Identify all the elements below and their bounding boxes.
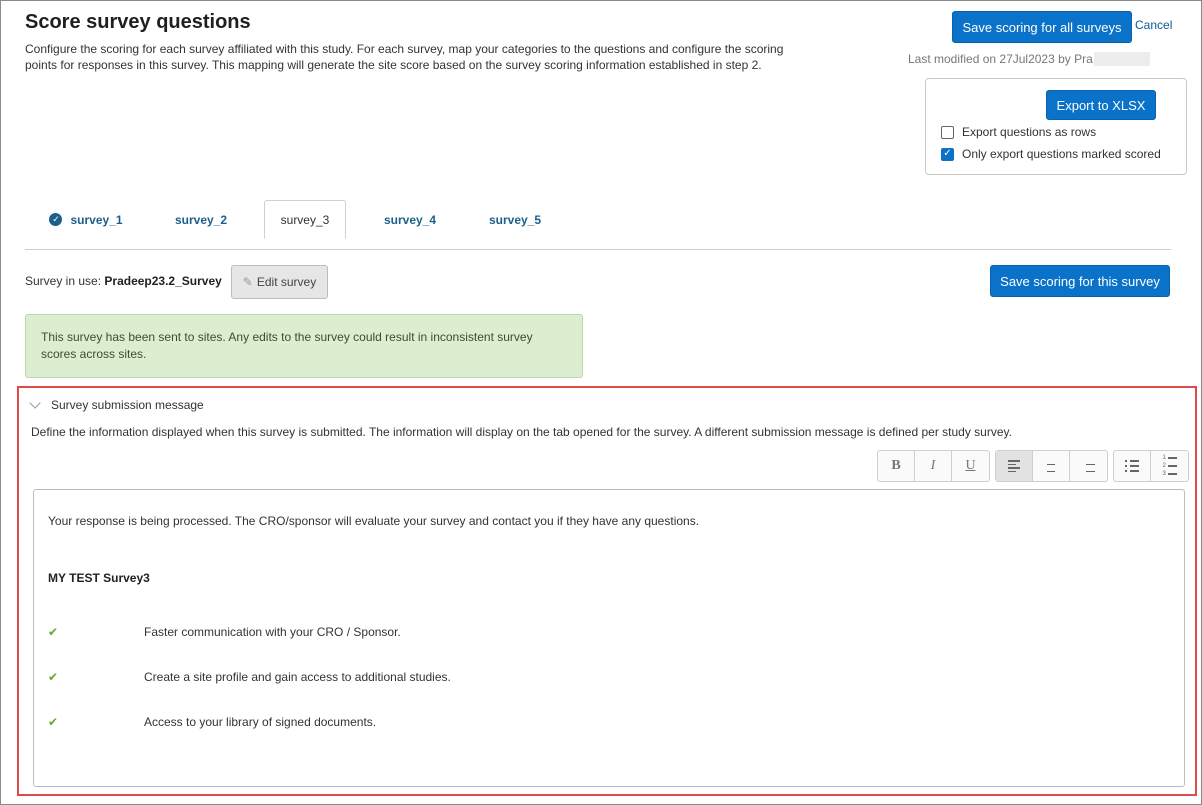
survey-in-use: Survey in use: Pradeep23.2_Survey	[25, 274, 222, 288]
numbered-list-button[interactable]: 1 2 3	[1151, 451, 1188, 481]
editor-item-text: Create a site profile and gain access to…	[144, 670, 451, 684]
align-right-button[interactable]	[1070, 451, 1107, 481]
checkmark-icon: ✔	[48, 715, 59, 729]
tab-survey-1[interactable]: ✓ survey_1	[41, 200, 131, 239]
list-group: 1 2 3	[1113, 450, 1189, 482]
export-scored-checkbox[interactable]: ✓	[941, 147, 954, 161]
survey-in-use-label: Survey in use:	[25, 274, 102, 288]
submission-section-toggle[interactable]: Survey submission message	[29, 397, 204, 412]
tab-label: survey_5	[488, 212, 542, 227]
edit-survey-label: Edit survey	[256, 275, 317, 289]
editor-item-text: Access to your library of signed documen…	[144, 715, 377, 729]
tab-label: survey_4	[383, 212, 437, 227]
save-this-survey-button[interactable]: Save scoring for this survey	[990, 265, 1170, 297]
survey-tabs: ✓ survey_1 survey_2 survey_3 survey_4 su…	[25, 200, 1171, 250]
align-right-icon	[1083, 460, 1095, 472]
export-scored-label: Only export questions marked scored	[962, 147, 1161, 161]
align-center-icon	[1045, 460, 1057, 472]
last-modified-label: Last modified on 27Jul2023 by Pra	[908, 52, 1093, 66]
align-left-icon	[1008, 460, 1020, 472]
save-all-surveys-button[interactable]: Save scoring for all surveys	[952, 11, 1132, 43]
editor-list-item: ✔ Faster communication with your CRO / S…	[48, 625, 401, 639]
numbered-list-icon: 1 2 3	[1163, 455, 1177, 477]
editor-intro-text: Your response is being processed. The CR…	[48, 514, 700, 528]
checkmark-icon: ✔	[48, 670, 59, 684]
export-rows-option[interactable]: Export questions as rows	[941, 125, 1096, 139]
export-panel: Export to XLSX Export questions as rows …	[925, 78, 1187, 175]
export-rows-label: Export questions as rows	[962, 125, 1097, 139]
last-modified-text: Last modified on 27Jul2023 by Pra	[908, 52, 1150, 66]
check-circle-icon: ✓	[49, 213, 63, 226]
tab-label: survey_3	[280, 212, 330, 227]
redacted-name	[1093, 52, 1150, 66]
pencil-icon: ✎	[242, 275, 253, 289]
align-left-button[interactable]	[996, 451, 1033, 481]
page-title: Score survey questions	[25, 11, 251, 33]
edit-survey-button[interactable]: ✎ Edit survey	[231, 265, 328, 299]
submission-description: Define the information displayed when th…	[31, 425, 1012, 439]
text-style-group: B I U	[877, 450, 990, 482]
tab-survey-4[interactable]: survey_4	[368, 200, 452, 239]
export-rows-checkbox[interactable]	[941, 125, 954, 139]
submission-header: Survey submission message	[51, 398, 204, 412]
align-center-button[interactable]	[1033, 451, 1070, 481]
editor-toolbar: B I U 1 2 3	[877, 450, 1194, 482]
editor-list-item: ✔ Create a site profile and gain access …	[48, 670, 451, 684]
chevron-down-icon	[29, 397, 41, 409]
cancel-link[interactable]: Cancel	[1135, 18, 1172, 32]
tab-survey-3[interactable]: survey_3	[264, 200, 346, 239]
tab-label: survey_2	[174, 212, 228, 227]
sent-to-sites-alert: This survey has been sent to sites. Any …	[25, 314, 583, 378]
bullet-list-button[interactable]	[1114, 451, 1151, 481]
checkmark-icon: ✔	[48, 625, 59, 639]
tab-survey-5[interactable]: survey_5	[473, 200, 557, 239]
alignment-group	[995, 450, 1108, 482]
survey-in-use-name: Pradeep23.2_Survey	[104, 274, 222, 288]
page-frame: Score survey questions Configure the sco…	[0, 0, 1202, 805]
editor-item-text: Faster communication with your CRO / Spo…	[144, 625, 401, 639]
submission-message-editor[interactable]: Your response is being processed. The CR…	[33, 489, 1185, 787]
export-xlsx-button[interactable]: Export to XLSX	[1046, 90, 1156, 120]
italic-button[interactable]: I	[915, 451, 952, 481]
export-scored-option[interactable]: ✓ Only export questions marked scored	[941, 147, 1161, 161]
editor-list-item: ✔ Access to your library of signed docum…	[48, 715, 376, 729]
page-description: Configure the scoring for each survey af…	[25, 42, 784, 72]
underline-button[interactable]: U	[952, 451, 989, 481]
bold-button[interactable]: B	[878, 451, 915, 481]
tab-label: survey_1	[70, 212, 123, 227]
bullet-list-icon	[1125, 460, 1139, 472]
editor-title-text: MY TEST Survey3	[48, 571, 150, 585]
tab-survey-2[interactable]: survey_2	[159, 200, 243, 239]
